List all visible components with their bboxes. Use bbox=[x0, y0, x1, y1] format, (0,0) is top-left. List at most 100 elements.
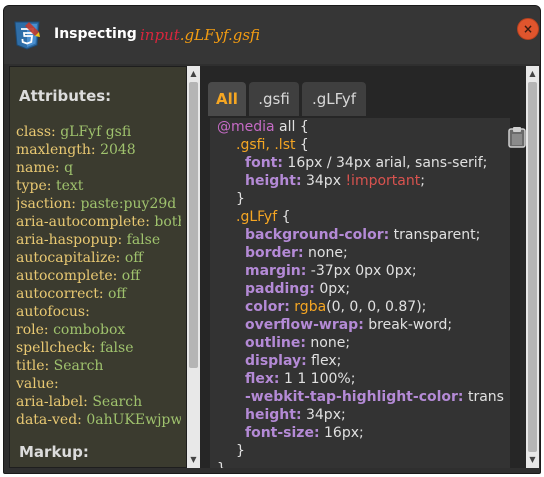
inspector-window: Inspecting input.gLFyf.gsfi × Attributes… bbox=[3, 5, 541, 474]
selector-tag: input bbox=[140, 26, 180, 44]
attribute-name: role: bbox=[16, 322, 54, 338]
code-line: @media all { bbox=[210, 118, 510, 136]
attribute-row: spellcheck: false bbox=[16, 339, 181, 357]
css-property: background-color: bbox=[245, 227, 390, 243]
close-icon: × bbox=[522, 22, 534, 36]
attribute-value: Search bbox=[53, 358, 104, 374]
attribute-value: off bbox=[124, 250, 144, 266]
css-property: display: bbox=[245, 353, 307, 369]
css-property: border: bbox=[245, 245, 304, 261]
code-line: .gsfi, .lst { bbox=[210, 136, 510, 154]
attribute-name: autocomplete: bbox=[16, 268, 122, 284]
chevron-down-icon[interactable]: ▼ bbox=[526, 454, 539, 466]
css-property: overflow-wrap: bbox=[245, 317, 364, 333]
css-value: 0px; bbox=[314, 281, 351, 297]
code-line: overflow-wrap: break-word; bbox=[210, 316, 510, 334]
brace: { bbox=[277, 209, 291, 225]
brace: } bbox=[236, 191, 245, 207]
attribute-row: name: q bbox=[16, 159, 181, 177]
chevron-down-icon[interactable]: ▼ bbox=[187, 454, 200, 466]
attribute-value: paste:puy29d bbox=[80, 196, 177, 212]
attribute-name: autocapitalize: bbox=[16, 250, 125, 266]
brace: { bbox=[295, 137, 309, 153]
attribute-name: aria-autocomplete: bbox=[16, 214, 155, 230]
attribute-row: autocapitalize: off bbox=[16, 249, 181, 267]
attribute-row: type: text bbox=[16, 177, 181, 195]
attribute-value: 0ahUKEwjpw bbox=[86, 412, 181, 428]
window-title: Inspecting bbox=[54, 26, 137, 42]
css-property: -webkit-tap-highlight-color: bbox=[245, 389, 464, 405]
css-value: 34px; bbox=[301, 407, 346, 423]
css-value: none; bbox=[303, 245, 348, 261]
brace: } bbox=[236, 443, 245, 459]
attributes-scroll-thumb[interactable] bbox=[189, 82, 198, 368]
css-scroll-thumb[interactable] bbox=[528, 82, 537, 452]
attributes-scrollbar[interactable]: ▲ ▼ bbox=[187, 66, 200, 468]
attributes-heading: Attributes: bbox=[19, 87, 112, 105]
code-line: } bbox=[210, 190, 510, 208]
selector-classes: .gLFyf.gsfi bbox=[179, 26, 261, 44]
attribute-value: both bbox=[154, 214, 181, 230]
code-line: height: 34px !important; bbox=[210, 172, 510, 190]
attribute-value: combobox bbox=[53, 322, 126, 338]
css-scrollbar[interactable]: ▲ ▼ bbox=[526, 66, 539, 468]
attribute-value: off bbox=[121, 268, 141, 284]
code-line: color: rgba(0, 0, 0, 0.87); bbox=[210, 298, 510, 316]
css-property: margin: bbox=[245, 263, 307, 279]
attribute-row: aria-autocomplete: both bbox=[16, 213, 181, 231]
code-line: background-color: transparent; bbox=[210, 226, 510, 244]
attribute-name: spellcheck: bbox=[16, 340, 101, 356]
chevron-up-icon[interactable]: ▲ bbox=[526, 68, 539, 80]
css-code-view[interactable]: @media all { .gsfi, .lst { font: 16px / … bbox=[210, 118, 510, 468]
css-panel: All .gsfi .gLFyf @media all { .gsfi, .ls… bbox=[200, 66, 526, 468]
css-value: transparent; bbox=[389, 227, 481, 243]
css-value: trans bbox=[463, 389, 504, 405]
attribute-row: value: bbox=[16, 375, 181, 393]
attribute-row: maxlength: 2048 bbox=[16, 141, 181, 159]
css-value: 16px / 34px arial, sans-serif; bbox=[282, 155, 488, 171]
code-line: flex: 1 1 100%; bbox=[210, 370, 510, 388]
at-rule: @media bbox=[217, 119, 275, 135]
attribute-name: jsaction: bbox=[16, 196, 81, 212]
attributes-panel: Attributes: class: gLFyf gsfi maxlength:… bbox=[9, 66, 187, 468]
code-line: border: none; bbox=[210, 244, 510, 262]
css-property: height: bbox=[245, 407, 302, 423]
markup-heading: Markup: bbox=[19, 443, 89, 461]
tab-glfyf[interactable]: .gLFyf bbox=[302, 82, 366, 116]
css-value: 16px; bbox=[319, 425, 364, 441]
tab-gsfi[interactable]: .gsfi bbox=[249, 82, 299, 116]
code-line: margin: -37px 0px 0px; bbox=[210, 262, 510, 280]
attribute-row: jsaction: paste:puy29d bbox=[16, 195, 181, 213]
attribute-value: off bbox=[108, 286, 127, 302]
css-value: break-word; bbox=[363, 317, 453, 333]
attribute-row: data-ved: 0ahUKEwjpw bbox=[16, 411, 181, 429]
css-property: padding: bbox=[245, 281, 315, 297]
tab-all[interactable]: All bbox=[208, 82, 246, 116]
attribute-name: name: bbox=[16, 160, 65, 176]
attribute-name: maxlength: bbox=[16, 142, 101, 158]
attribute-value: false bbox=[100, 340, 134, 356]
media-query: all { bbox=[274, 119, 309, 135]
chevron-up-icon[interactable]: ▲ bbox=[187, 68, 200, 80]
attribute-row: aria-haspopup: false bbox=[16, 231, 181, 249]
attribute-name: class: bbox=[16, 124, 61, 140]
close-button[interactable]: × bbox=[517, 18, 539, 40]
css-value: 34px bbox=[301, 173, 346, 189]
code-line: } bbox=[210, 460, 510, 468]
css-property: color: bbox=[245, 299, 290, 315]
brace: } bbox=[217, 461, 226, 468]
attribute-name: aria-label: bbox=[16, 394, 93, 410]
css-property: font-size: bbox=[245, 425, 320, 441]
title-bar[interactable]: Inspecting input.gLFyf.gsfi × bbox=[4, 6, 540, 64]
attribute-value: 2048 bbox=[100, 142, 136, 158]
attribute-name: value: bbox=[16, 376, 59, 392]
css-property: outline: bbox=[245, 335, 306, 351]
css-selector: .gsfi, .lst bbox=[236, 137, 296, 153]
attribute-value: q bbox=[64, 160, 74, 176]
attribute-name: type: bbox=[16, 178, 56, 194]
code-line: font: 16px / 34px arial, sans-serif; bbox=[210, 154, 510, 172]
clipboard-icon[interactable] bbox=[508, 126, 526, 148]
code-line: .gLFyf { bbox=[210, 208, 510, 226]
attribute-name: autofocus: bbox=[16, 304, 90, 320]
attribute-value: text bbox=[55, 178, 84, 194]
